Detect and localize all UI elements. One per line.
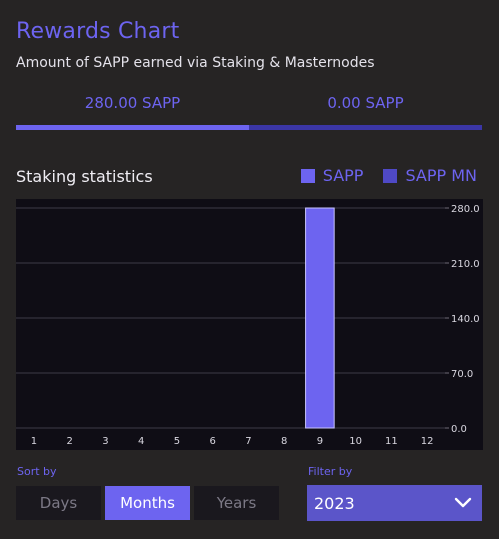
sort-by-label: Sort by <box>17 465 57 478</box>
chart-legend: SAPP SAPP MN <box>300 166 477 185</box>
bar-sapp-9 <box>305 207 335 429</box>
x-tick-label: 3 <box>102 436 108 447</box>
x-tick-label: 11 <box>385 436 398 447</box>
x-tick-label: 6 <box>209 436 215 447</box>
legend-item-sapp-mn: SAPP MN <box>383 166 477 185</box>
masternode-total: 0.00 SAPP <box>327 94 404 112</box>
filter-by-label: Filter by <box>308 465 353 478</box>
y-tick-label: 210.0 <box>451 259 480 270</box>
legend-swatch-sapp <box>300 168 315 183</box>
staking-total: 280.00 SAPP <box>84 94 181 112</box>
sort-years-button[interactable]: Years <box>194 486 279 520</box>
legend-item-sapp: SAPP <box>300 166 364 185</box>
x-tick-label: 7 <box>245 436 251 447</box>
y-tick-label: 0.0 <box>451 424 467 435</box>
x-tick-label: 9 <box>317 436 323 447</box>
sort-months-button[interactable]: Months <box>105 486 190 520</box>
sort-days-button[interactable]: Days <box>16 486 101 520</box>
legend-swatch-sapp-mn <box>383 168 398 183</box>
x-tick-label: 10 <box>349 436 362 447</box>
totals-bar: 280.00 SAPP 0.00 SAPP <box>16 94 482 116</box>
year-filter-value: 2023 <box>314 493 355 513</box>
x-tick-label: 4 <box>138 436 144 447</box>
x-tick-label: 1 <box>31 436 37 447</box>
x-tick-label: 2 <box>66 436 72 447</box>
y-tick-label: 280.0 <box>451 204 480 215</box>
rewards-title: Rewards Chart <box>16 19 180 44</box>
x-tick-label: 8 <box>281 436 287 447</box>
staking-statistics-title: Staking statistics <box>16 167 153 186</box>
rewards-progress <box>16 125 482 130</box>
y-tick-label: 140.0 <box>451 314 480 325</box>
year-filter-select[interactable]: 2023 <box>307 485 482 521</box>
rewards-subtitle: Amount of SAPP earned via Staking & Mast… <box>16 55 375 71</box>
rewards-progress-fill <box>16 125 249 130</box>
legend-label-sapp-mn: SAPP MN <box>405 166 477 185</box>
x-tick-label: 12 <box>421 436 434 447</box>
y-tick-label: 70.0 <box>451 369 473 380</box>
legend-label-sapp: SAPP <box>322 166 364 185</box>
chart-background <box>16 199 483 450</box>
x-tick-label: 5 <box>174 436 180 447</box>
staking-chart: 0.070.0140.0210.0280.01 2 3 4 5 6 7 8 9 10 11 12 <box>16 199 483 450</box>
chevron-down-icon <box>454 497 472 508</box>
